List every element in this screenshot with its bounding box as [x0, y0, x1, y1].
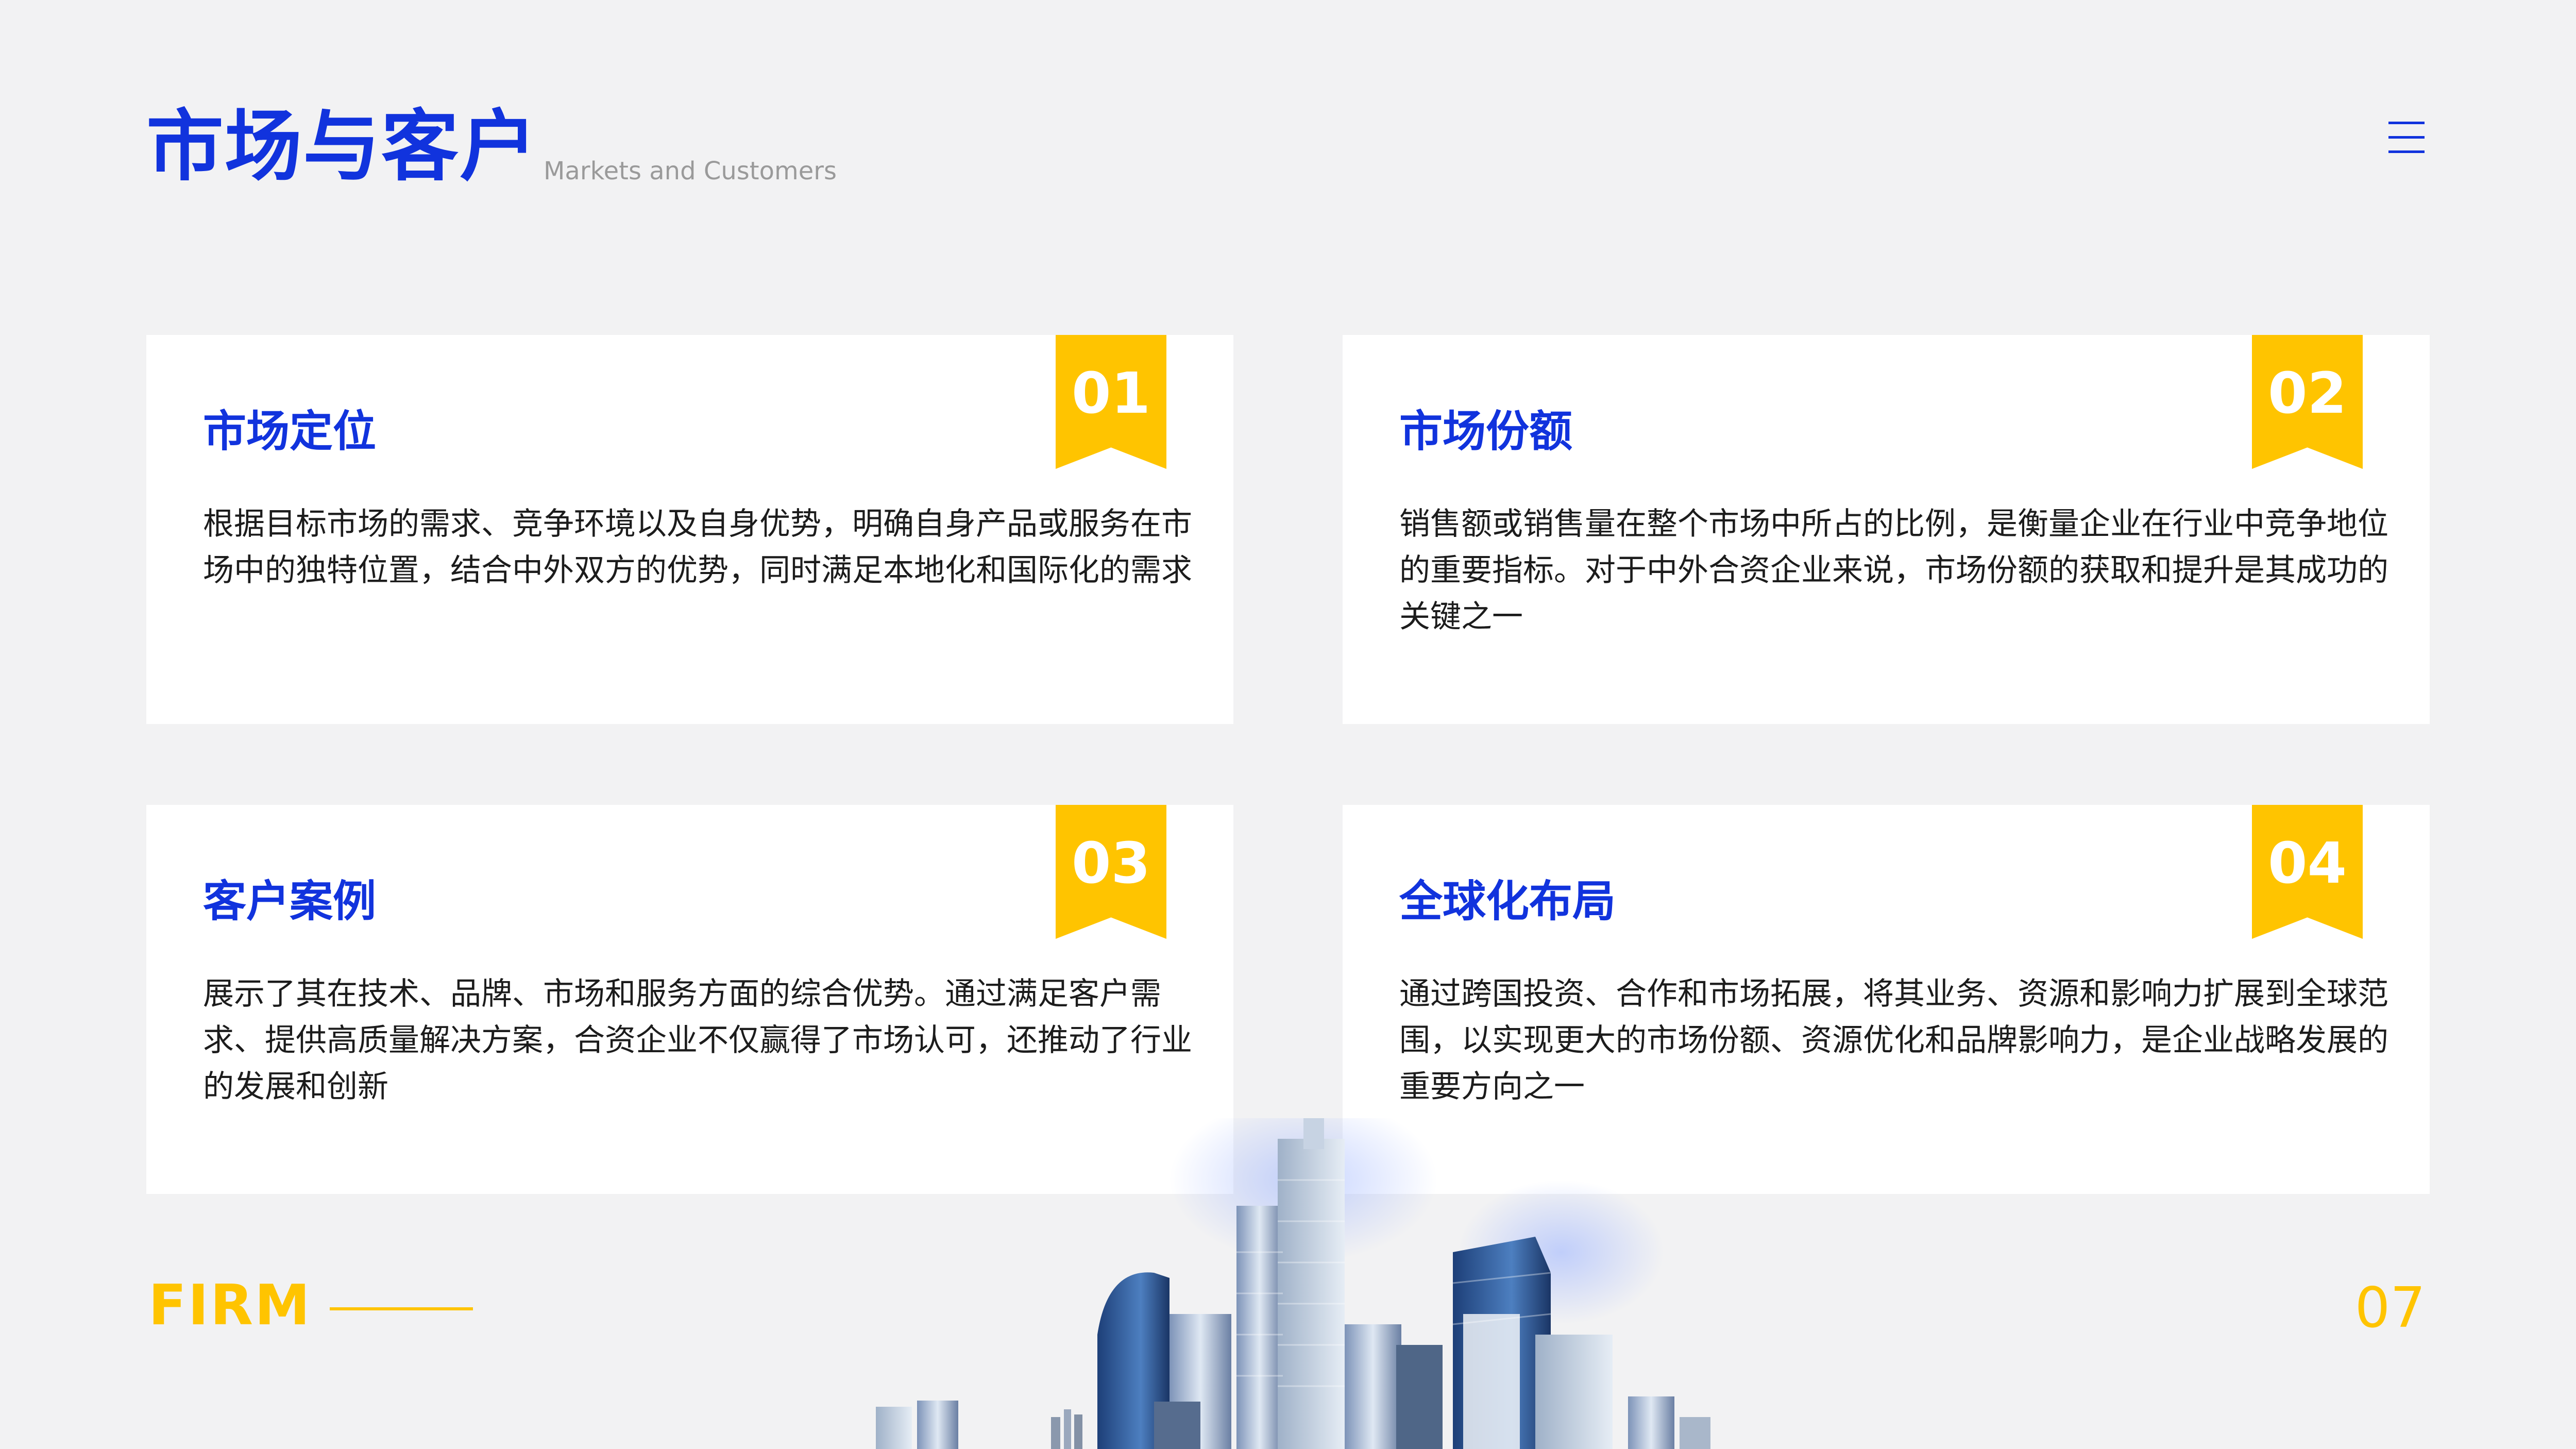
page-subtitle: Markets and Customers [544, 157, 837, 186]
city-skyline-image [876, 1118, 1710, 1449]
card-title: 市场定位 [203, 406, 377, 457]
page-number: 07 [2354, 1276, 2426, 1340]
card-number: 04 [2267, 830, 2347, 896]
number-ribbon: 02 [2252, 335, 2363, 469]
number-ribbon: 01 [1056, 335, 1166, 469]
card-number: 02 [2267, 360, 2347, 426]
number-ribbon: 04 [2252, 805, 2363, 939]
card-body: 通过跨国投资、合作和市场拓展，将其业务、资源和影响力扩展到全球范围，以实现更大的… [1399, 976, 2388, 1105]
card-body: 销售额或销售量在整个市场中所占的比例，是衡量企业在行业中竞争地位的重要指标。对于… [1399, 506, 2388, 635]
card-body: 根据目标市场的需求、竞争环境以及自身优势，明确自身产品或服务在市场中的独特位置，… [203, 506, 1192, 588]
menu-icon[interactable] [2388, 122, 2425, 154]
card-body: 展示了其在技术、品牌、市场和服务方面的综合优势。通过满足客户需求、提供高质量解决… [203, 976, 1192, 1105]
card-number: 01 [1071, 360, 1151, 426]
footer-brand: FIRM [148, 1273, 312, 1338]
card-number: 03 [1071, 830, 1151, 896]
footer-divider [330, 1307, 473, 1310]
page-title: 市场与客户 [146, 102, 538, 192]
card-market-positioning: 01 市场定位 根据目标市场的需求、竞争环境以及自身优势，明确自身产品或服务在市… [146, 335, 1233, 724]
card-market-share: 02 市场份额 销售额或销售量在整个市场中所占的比例，是衡量企业在行业中竞争地位… [1343, 335, 2430, 724]
card-title: 市场份额 [1399, 406, 1573, 457]
number-ribbon: 03 [1056, 805, 1166, 939]
card-title: 客户案例 [203, 876, 377, 926]
card-title: 全球化布局 [1399, 876, 1616, 926]
